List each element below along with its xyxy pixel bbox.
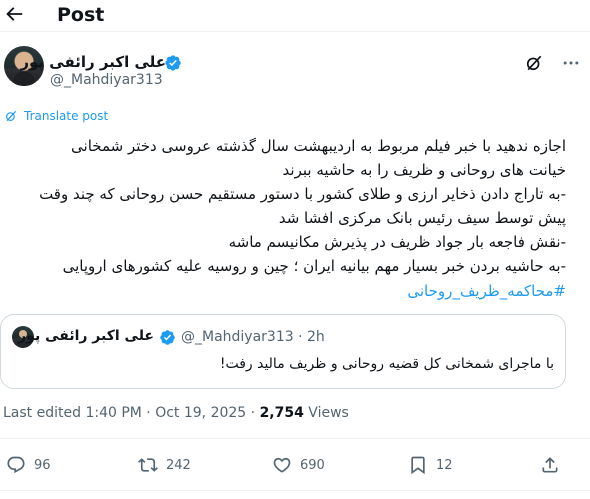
verified-badge-icon bbox=[165, 55, 181, 71]
quote-handle-time: @_Mahdiyar313 · 2h bbox=[181, 329, 325, 345]
post-timestamp[interactable]: Last edited 1:40 PM · Oct 19, 2025 · bbox=[3, 405, 260, 421]
divider bbox=[0, 438, 590, 439]
like-button[interactable]: 690 bbox=[272, 454, 325, 476]
author-handle[interactable]: @_Mahdiyar313 bbox=[50, 72, 163, 88]
reply-button[interactable]: 96 bbox=[6, 454, 51, 476]
like-icon bbox=[273, 457, 291, 473]
bookmark-icon bbox=[411, 456, 425, 475]
share-button[interactable] bbox=[540, 454, 560, 476]
repost-button[interactable]: 242 bbox=[138, 454, 191, 476]
post-line: پیش توسط سیف رئیس بانک مرکزی افشا شد bbox=[278, 209, 566, 228]
divider bbox=[0, 490, 590, 491]
share-icon bbox=[542, 457, 558, 473]
grok-icon[interactable] bbox=[524, 53, 544, 73]
post-line: اجازه ندهید با خبر فیلم مربوط به اردیبهش… bbox=[71, 137, 566, 155]
post-line: -به حاشیه بردن خبر بسیار مهم بیانیه ایرا… bbox=[62, 257, 566, 276]
author-name[interactable]: علی اکبر رائفی پور bbox=[20, 53, 166, 71]
quoted-post[interactable]: علی اکبر رائفی پور @_Mahdiyar313 · 2h با… bbox=[0, 314, 566, 389]
post-line: -به تاراج دادن ذخایر ارزی و طلای کشور با… bbox=[39, 185, 566, 204]
page-title: Post bbox=[57, 4, 105, 26]
hashtag-link[interactable]: #محاکمه_ظریف_روحانی bbox=[6, 279, 566, 303]
divider bbox=[0, 31, 590, 32]
bookmark-button[interactable]: 12 bbox=[408, 454, 453, 476]
views-count: 2,754 bbox=[259, 405, 304, 421]
repost-count: 242 bbox=[166, 457, 191, 473]
translate-post-link[interactable]: Translate post bbox=[4, 109, 108, 123]
reply-icon bbox=[7, 456, 25, 474]
post-text: اجازه ندهید با خبر فیلم مربوط به اردیبهش… bbox=[6, 134, 566, 303]
post-line: -نقش فاجعه بار جواد ظریف در پذیرش مکانیس… bbox=[228, 233, 566, 252]
back-arrow-icon[interactable] bbox=[3, 3, 25, 25]
views-label: Views bbox=[303, 405, 349, 421]
like-count: 690 bbox=[300, 457, 325, 473]
more-icon[interactable] bbox=[561, 53, 581, 73]
verified-badge-icon bbox=[160, 330, 175, 345]
top-bar: Post bbox=[0, 0, 590, 32]
translate-label: Translate post bbox=[24, 109, 109, 123]
quote-author-name: علی اکبر رائفی پور bbox=[18, 328, 154, 344]
bookmark-count: 12 bbox=[436, 457, 453, 473]
post-meta: Last edited 1:40 PM · Oct 19, 2025 · 2,7… bbox=[3, 405, 349, 421]
post-line: خیانت های روحانی و ظریف را به حاشیه ببرن… bbox=[282, 161, 566, 180]
translate-icon bbox=[6, 110, 17, 122]
repost-icon bbox=[138, 458, 158, 472]
quote-text: با ماجرای شمخانی کل قضیه روحانی و ظریف م… bbox=[219, 356, 554, 372]
reply-count: 96 bbox=[34, 457, 51, 473]
